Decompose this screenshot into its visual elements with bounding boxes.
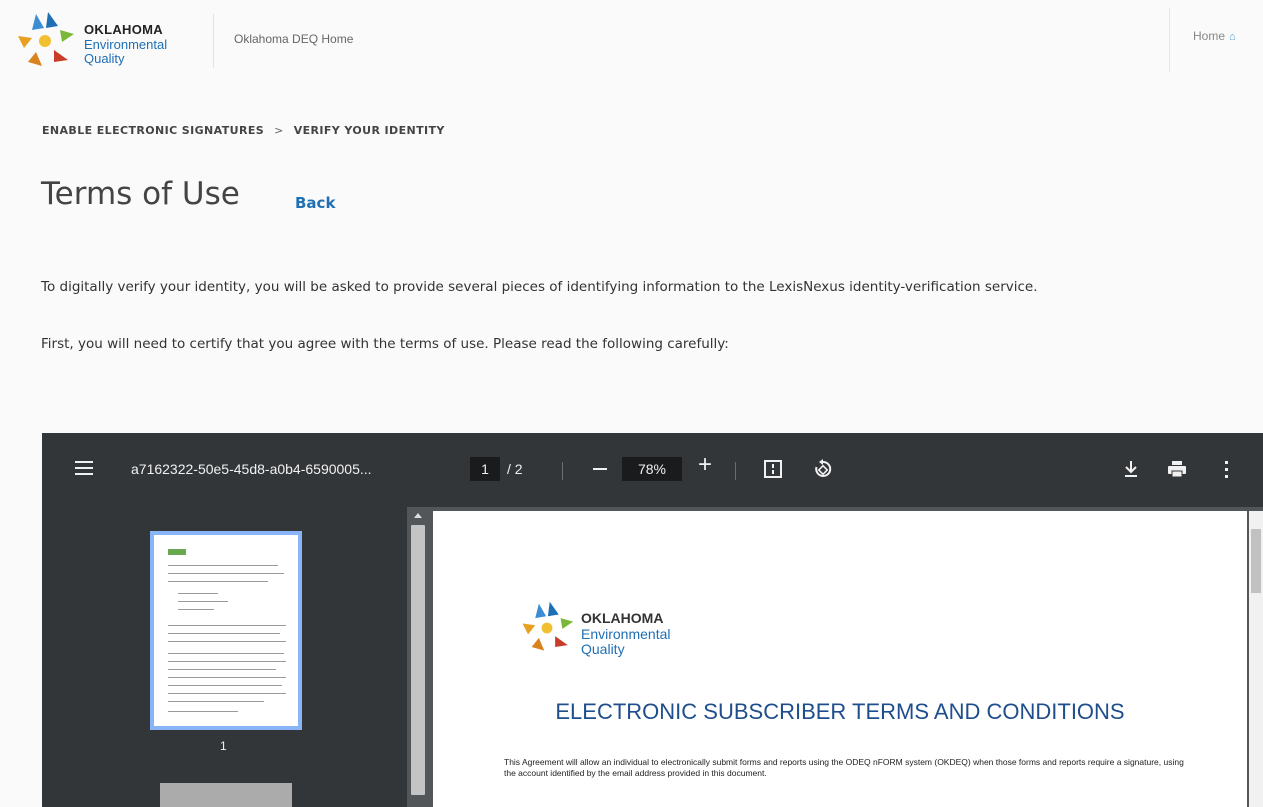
- thumbnail-text-line: [168, 677, 286, 678]
- document-title: ELECTRONIC SUBSCRIBER TERMS AND CONDITIO…: [555, 699, 1125, 724]
- breadcrumb: ENABLE ELECTRONIC SIGNATURES > VERIFY YOUR…: [42, 124, 445, 137]
- logo-line-3: Quality: [84, 51, 125, 66]
- document-scroll-thumb[interactable]: [1251, 529, 1261, 593]
- thumbnail-text-line: [168, 693, 286, 694]
- page-thumbnail-1[interactable]: [150, 531, 302, 730]
- pdf-toolbar: a7162322-50e5-45d8-a0b4-6590005... 1 / 2…: [42, 433, 1263, 507]
- deq-home-link[interactable]: Oklahoma DEQ Home: [234, 32, 353, 46]
- toolbar-divider: [562, 462, 563, 480]
- document-paragraph: This Agreement will allow an individual …: [504, 757, 1184, 778]
- menu-icon[interactable]: [75, 461, 93, 475]
- document-logo-line-3: Quality: [581, 641, 625, 657]
- thumbnail-text-line: [168, 625, 286, 626]
- sidebar-scroll-thumb[interactable]: [411, 525, 425, 795]
- thumbnail-page-number: 1: [220, 739, 227, 753]
- thumbnail-text-line: [168, 573, 284, 574]
- thumbnail-text-line: [178, 609, 214, 610]
- thumbnail-text-line: [178, 601, 228, 602]
- thumbnail-text-line: [168, 685, 282, 686]
- logo-line-2: Environmental: [84, 37, 168, 52]
- document-logo-line-2: Environmental: [581, 626, 671, 642]
- thumbnail-text-line: [168, 669, 276, 670]
- header-divider-right: [1169, 8, 1170, 72]
- logo-line-1: OKLAHOMA: [84, 22, 163, 37]
- home-nav-label: Home: [1193, 29, 1226, 43]
- document-logo: OKLAHOMA Environmental Quality: [519, 597, 719, 667]
- home-icon: ⌂: [1229, 31, 1236, 43]
- pdf-page: OKLAHOMA Environmental Quality ELECTRONI…: [433, 511, 1247, 807]
- logo-star-icon: [18, 12, 74, 66]
- thumbnail-text-line: [168, 711, 238, 712]
- thumbnail-logo: [168, 549, 186, 555]
- sidebar-scrollbar[interactable]: [407, 507, 429, 807]
- site-header: OKLAHOMA Environmental Quality Oklahoma …: [0, 0, 1263, 82]
- thumbnail-text-line: [178, 593, 218, 594]
- page-number-input[interactable]: 1: [470, 457, 500, 481]
- breadcrumb-item-enable-signatures[interactable]: ENABLE ELECTRONIC SIGNATURES: [42, 124, 264, 137]
- page-title: Terms of Use: [41, 176, 240, 212]
- document-logo-star-icon: [522, 601, 574, 651]
- instruction-paragraph: First, you will need to certify that you…: [41, 336, 729, 352]
- back-link[interactable]: Back: [295, 194, 335, 212]
- scroll-up-arrow-icon[interactable]: [414, 513, 422, 518]
- document-scrollbar[interactable]: [1249, 511, 1263, 807]
- pdf-viewer: a7162322-50e5-45d8-a0b4-6590005... 1 / 2…: [42, 433, 1263, 807]
- intro-paragraph: To digitally verify your identity, you w…: [41, 279, 1038, 295]
- zoom-input[interactable]: 78%: [622, 457, 682, 481]
- thumbnail-text-line: [168, 641, 286, 642]
- page-thumbnail-2[interactable]: [160, 783, 292, 807]
- rotate-icon[interactable]: [812, 458, 834, 480]
- fit-page-icon[interactable]: [764, 460, 782, 478]
- plus-icon[interactable]: +: [698, 453, 712, 477]
- thumbnail-text-line: [168, 565, 278, 566]
- header-divider: [213, 14, 214, 68]
- print-icon[interactable]: [1167, 460, 1187, 478]
- thumbnail-sidebar: 1: [42, 507, 407, 807]
- thumbnail-text-line: [168, 581, 268, 582]
- breadcrumb-separator: >: [274, 124, 284, 137]
- thumbnail-text-line: [168, 653, 284, 654]
- thumbnail-text-line: [168, 661, 286, 662]
- more-vert-icon[interactable]: [1225, 461, 1231, 479]
- document-logo-line-1: OKLAHOMA: [581, 610, 664, 626]
- download-icon[interactable]: [1123, 460, 1139, 478]
- thumbnail-text-line: [168, 633, 280, 634]
- toolbar-divider: [735, 462, 736, 480]
- pdf-filename: a7162322-50e5-45d8-a0b4-6590005...: [131, 461, 372, 477]
- thumbnail-text-line: [168, 701, 264, 702]
- minus-icon[interactable]: [593, 468, 607, 470]
- page-total: / 2: [507, 461, 523, 477]
- breadcrumb-item-verify-identity: VERIFY YOUR IDENTITY: [293, 124, 445, 137]
- home-nav-link[interactable]: Home ⌂: [1193, 29, 1236, 43]
- odeq-logo[interactable]: OKLAHOMA Environmental Quality: [14, 10, 214, 74]
